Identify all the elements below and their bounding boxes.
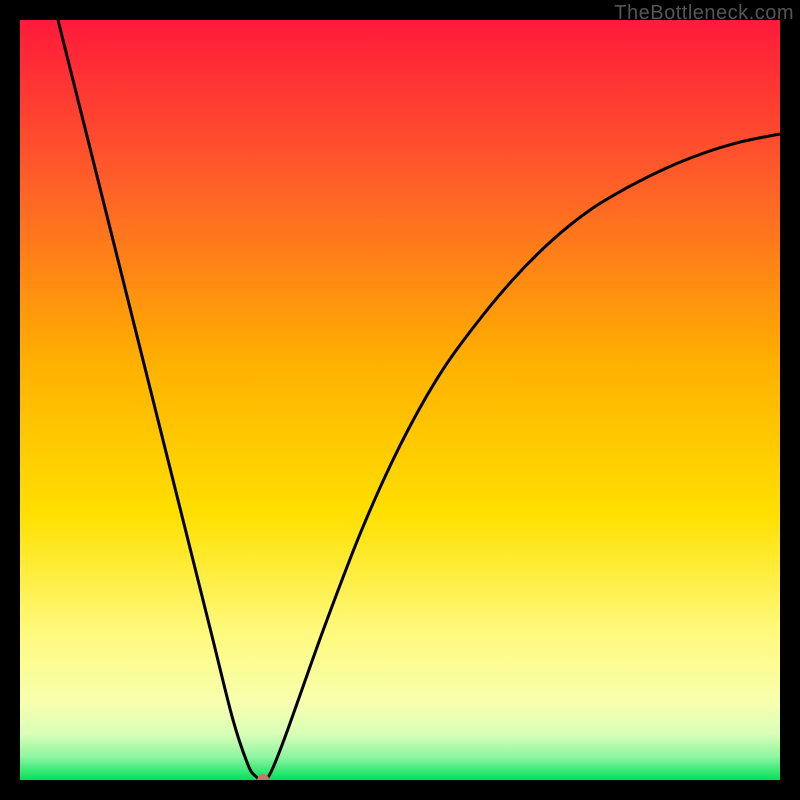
bottleneck-chart	[20, 20, 780, 780]
chart-frame	[20, 20, 780, 780]
chart-background	[20, 20, 780, 780]
